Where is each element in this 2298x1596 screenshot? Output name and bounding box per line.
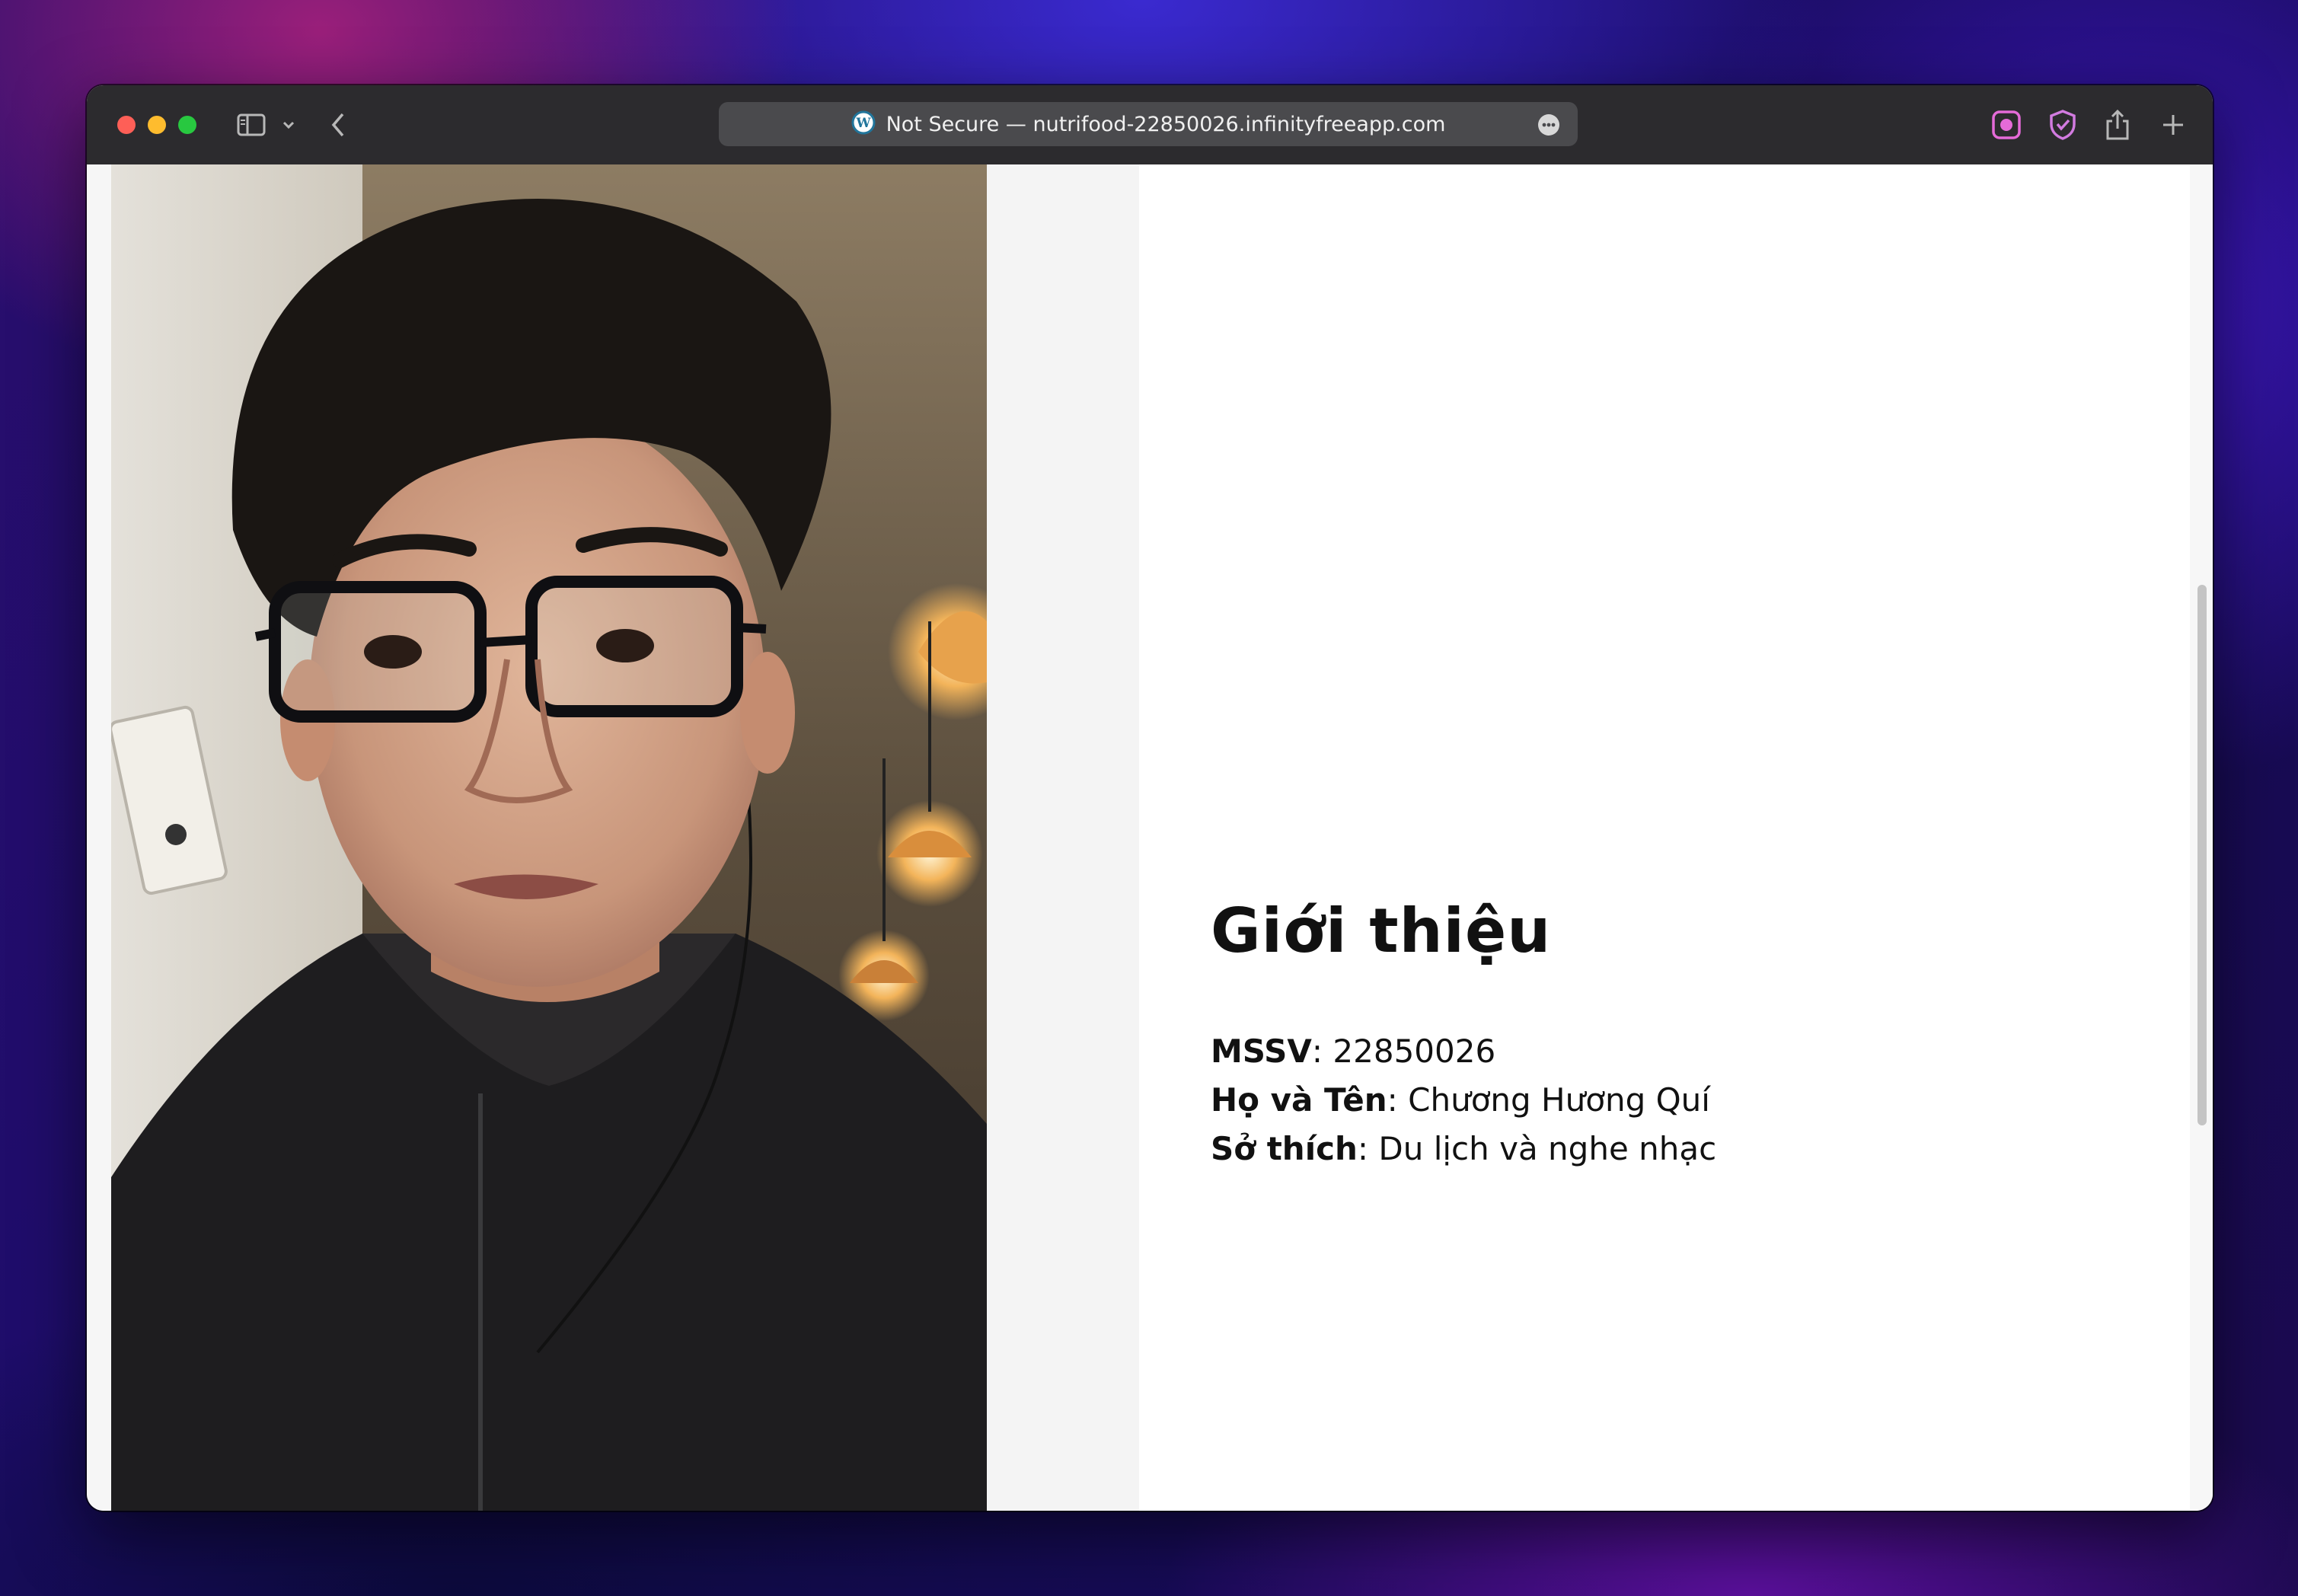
page-content: Giới thiệu MSSV: 22850026 Họ và Tên: Chư…	[87, 164, 2213, 1511]
sidebar-icon[interactable]	[231, 104, 271, 146]
more-icon[interactable]	[1534, 104, 1564, 146]
share-icon[interactable]	[2100, 104, 2135, 146]
info-value: : 22850026	[1311, 1033, 1496, 1070]
intro-panel	[1139, 164, 2190, 1511]
chevron-down-icon[interactable]	[277, 104, 300, 146]
screen-record-icon[interactable]	[1987, 104, 2025, 146]
back-icon[interactable]	[323, 104, 353, 146]
shield-check-icon[interactable]	[2044, 104, 2082, 146]
info-hobbies: Sở thích: Du lịch và nghe nhạc	[1211, 1130, 1716, 1167]
info-label: MSSV	[1211, 1033, 1312, 1070]
url-text: Not Secure — nutrifood-22850026.infinity…	[886, 112, 1446, 136]
info-fullname: Họ và Tên: Chương Hương Quí	[1211, 1081, 1710, 1119]
wordpress-icon: W	[851, 110, 876, 139]
portrait-photo	[111, 164, 987, 1511]
scrollbar-thumb[interactable]	[2197, 585, 2207, 1125]
info-label: Họ và Tên	[1211, 1081, 1387, 1119]
address-bar[interactable]: W Not Secure — nutrifood-22850026.infini…	[719, 102, 1578, 146]
minimize-window-button[interactable]	[148, 116, 166, 134]
intro-heading: Giới thiệu	[1211, 895, 1552, 966]
zoom-window-button[interactable]	[178, 116, 196, 134]
info-value: : Du lịch và nghe nhạc	[1357, 1130, 1717, 1167]
browser-toolbar: W Not Secure — nutrifood-22850026.infini…	[87, 85, 2213, 166]
browser-window: W Not Secure — nutrifood-22850026.infini…	[87, 85, 2213, 1511]
close-window-button[interactable]	[117, 116, 136, 134]
svg-text:W: W	[855, 116, 871, 131]
new-tab-icon[interactable]	[2156, 104, 2190, 146]
gray-column	[987, 164, 1139, 1511]
info-mssv: MSSV: 22850026	[1211, 1033, 1495, 1070]
info-label: Sở thích	[1211, 1130, 1358, 1167]
info-value: : Chương Hương Quí	[1387, 1081, 1710, 1119]
